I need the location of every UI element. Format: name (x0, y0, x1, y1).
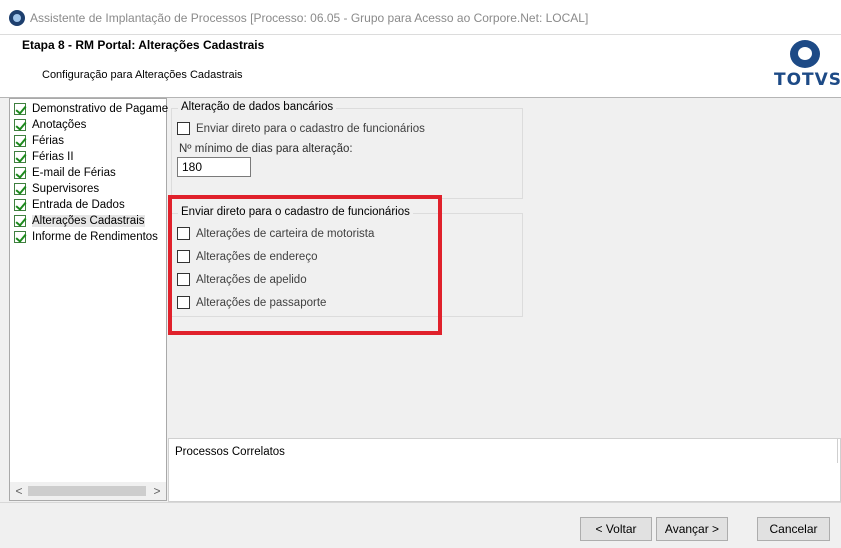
totvs-logo: TOTVS (774, 38, 841, 93)
window-titlebar: Assistente de Implantação de Processos [… (0, 0, 841, 35)
footer-divider (0, 502, 841, 503)
scrollbar-thumb[interactable] (28, 486, 146, 496)
app-icon (9, 10, 25, 26)
sidebar-item[interactable]: Informe de Rendimentos (10, 229, 168, 245)
related-processes-title: Processos Correlatos (175, 446, 285, 458)
check-icon (14, 103, 26, 115)
steps-tree[interactable]: Demonstrativo de Pagamento Anotações Féria… (9, 98, 168, 501)
sidebar-item-label: Anotações (32, 119, 87, 131)
sidebar-item-label: Alterações Cadastrais (32, 215, 145, 227)
check-icon (14, 119, 26, 131)
totvs-logo-text: TOTVS (774, 70, 841, 90)
min-days-label: Nº mínimo de dias para alteração: (179, 143, 353, 155)
bank-data-legend: Alteração de dados bancários (178, 101, 337, 113)
cancel-button[interactable]: Cancelar (757, 517, 830, 541)
check-icon (14, 199, 26, 211)
back-button[interactable]: < Voltar (580, 517, 652, 541)
min-days-input[interactable]: 180 (177, 157, 251, 177)
next-button[interactable]: Avançar > (656, 517, 728, 541)
totvs-logo-icon (790, 40, 820, 68)
sidebar-item[interactable]: Demonstrativo de Pagamento (10, 101, 168, 117)
highlight-annotation-box (168, 195, 442, 335)
check-icon (14, 151, 26, 163)
sidebar-item[interactable]: Supervisores (10, 181, 168, 197)
step-title: Etapa 8 - RM Portal: Alterações Cadastra… (22, 38, 265, 52)
scroll-right-arrow-icon[interactable]: > (150, 483, 164, 499)
sidebar-item-label: Entrada de Dados (32, 199, 125, 211)
step-subtitle: Configuração para Alterações Cadastrais (42, 69, 243, 81)
related-processes-panel: Processos Correlatos (168, 438, 841, 502)
bank-direct-checkbox-label: Enviar direto para o cadastro de funcion… (196, 123, 425, 135)
tree-horizontal-scrollbar[interactable]: < > (10, 482, 166, 500)
scroll-left-arrow-icon[interactable]: < (12, 483, 26, 499)
steps-tree-items: Demonstrativo de Pagamento Anotações Féria… (10, 101, 168, 245)
bank-direct-checkbox[interactable]: Enviar direto para o cadastro de funcion… (177, 121, 477, 137)
sidebar-item-label: Supervisores (32, 183, 100, 195)
check-icon (14, 231, 26, 243)
sidebar-item[interactable]: Férias (10, 133, 168, 149)
sidebar-item-label: Férias II (32, 151, 74, 163)
sidebar-item-label: Férias (32, 135, 64, 147)
related-panel-edge (837, 439, 840, 463)
sidebar-item-label: E-mail de Férias (32, 167, 116, 179)
sidebar-item[interactable]: Alterações Cadastrais (10, 213, 168, 229)
checkbox-box[interactable] (177, 122, 190, 135)
check-icon (14, 135, 26, 147)
sidebar-item[interactable]: E-mail de Férias (10, 165, 168, 181)
check-icon (14, 215, 26, 227)
check-icon (14, 183, 26, 195)
sidebar-item[interactable]: Férias II (10, 149, 168, 165)
window-title: Assistente de Implantação de Processos [… (30, 11, 589, 25)
sidebar-item-label: Informe de Rendimentos (32, 231, 158, 243)
sidebar-item[interactable]: Entrada de Dados (10, 197, 168, 213)
sidebar-item-label: Demonstrativo de Pagamento (32, 103, 168, 115)
check-icon (14, 167, 26, 179)
sidebar-item[interactable]: Anotações (10, 117, 168, 133)
